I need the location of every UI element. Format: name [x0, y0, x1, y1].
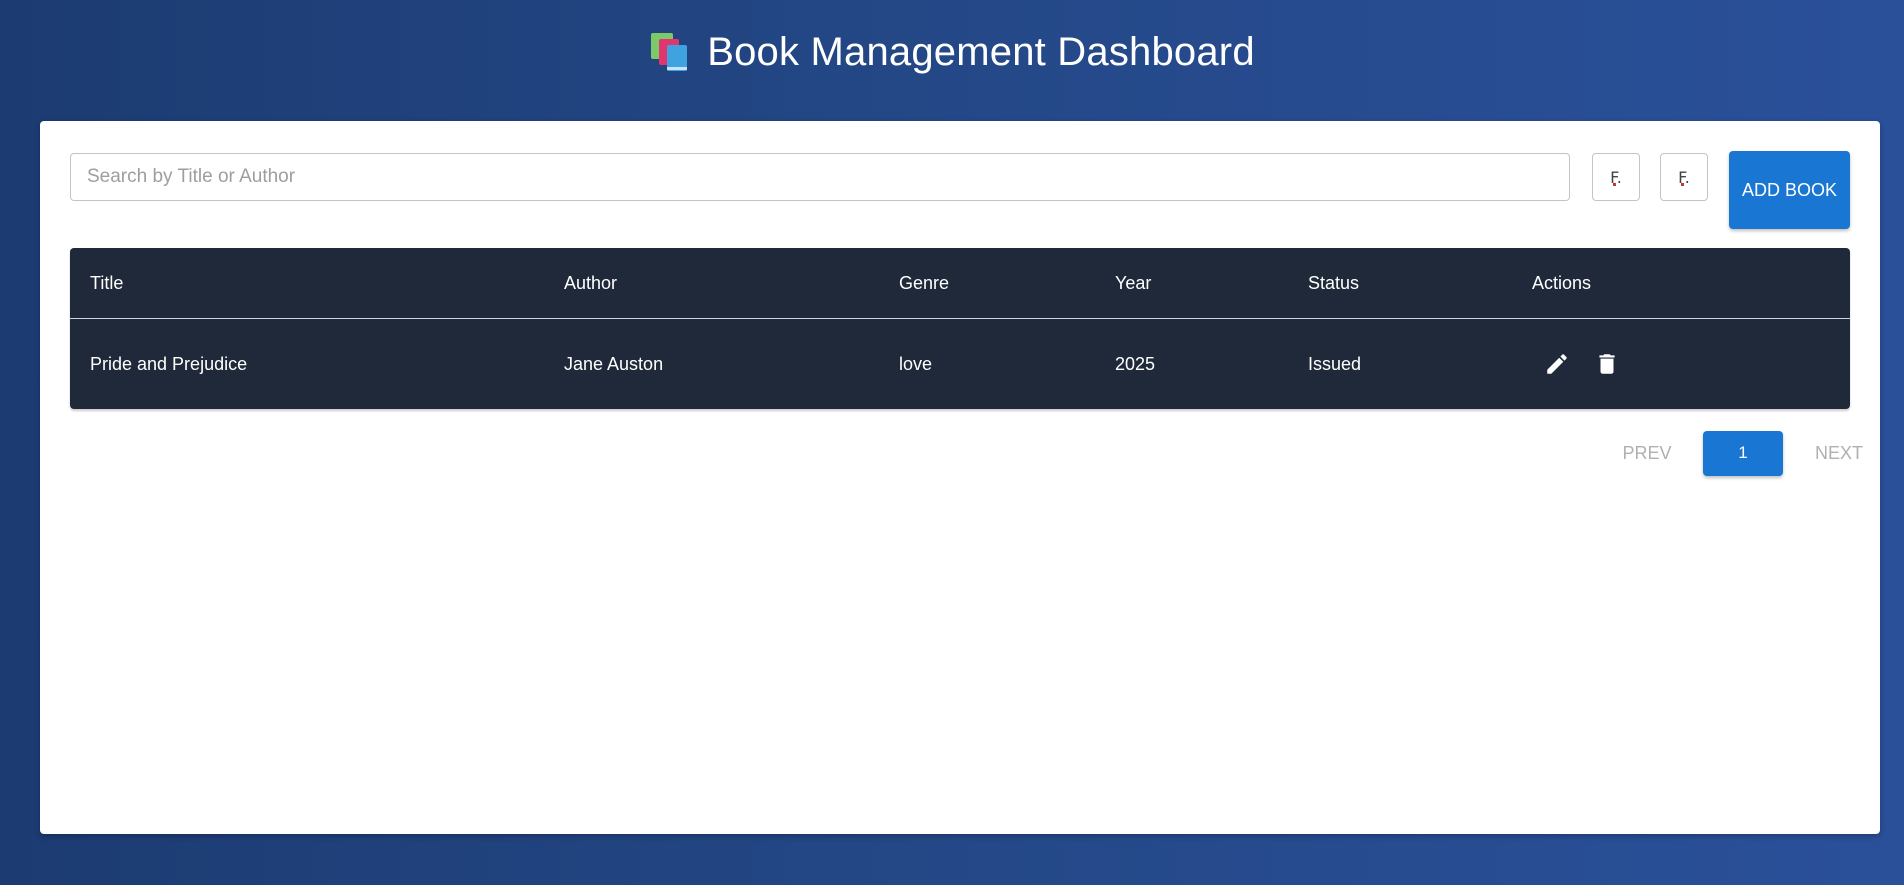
filter-button-2[interactable]: F. — [1660, 153, 1708, 201]
column-header-status[interactable]: Status — [1288, 248, 1512, 319]
books-icon — [649, 31, 691, 73]
row-actions — [1532, 351, 1850, 377]
page-title: Book Management Dashboard — [707, 29, 1255, 74]
filter-button-1[interactable]: F. — [1592, 153, 1640, 201]
search-input[interactable] — [70, 153, 1570, 201]
table-row: Pride and Prejudice Jane Auston love 202… — [70, 319, 1850, 410]
table-header-row: Title Author Genre Year Status Actions — [70, 248, 1850, 319]
books-table: Title Author Genre Year Status Actions P… — [70, 248, 1850, 409]
main-card: F. F. ADD BOOK Title Author Genre Year S… — [40, 121, 1880, 834]
header-inner: Book Management Dashboard — [649, 30, 1255, 75]
delete-icon[interactable] — [1594, 351, 1620, 377]
column-header-title[interactable]: Title — [70, 248, 544, 319]
page-button-current[interactable]: 1 — [1703, 430, 1783, 476]
cell-status: Issued — [1308, 353, 1362, 374]
cell-author: Jane Auston — [564, 353, 664, 374]
prev-page-button[interactable]: PREV — [1597, 443, 1697, 464]
toolbar: F. F. ADD BOOK — [70, 151, 1850, 229]
cell-genre: love — [899, 353, 933, 374]
column-header-genre[interactable]: Genre — [879, 248, 1095, 319]
filter-icon: F. — [1678, 167, 1690, 187]
add-book-button[interactable]: ADD BOOK — [1729, 151, 1850, 229]
edit-icon[interactable] — [1544, 351, 1570, 377]
column-header-author[interactable]: Author — [544, 248, 879, 319]
page-header: Book Management Dashboard — [0, 0, 1904, 110]
cell-actions — [1512, 319, 1850, 410]
column-header-year[interactable]: Year — [1095, 248, 1288, 319]
filter-icon: F. — [1610, 167, 1622, 187]
cell-year: 2025 — [1115, 353, 1156, 374]
cell-title: Pride and Prejudice — [90, 353, 248, 374]
column-header-actions: Actions — [1512, 248, 1850, 319]
next-page-button[interactable]: NEXT — [1789, 443, 1889, 464]
pagination: PREV 1 NEXT — [1597, 430, 1889, 476]
